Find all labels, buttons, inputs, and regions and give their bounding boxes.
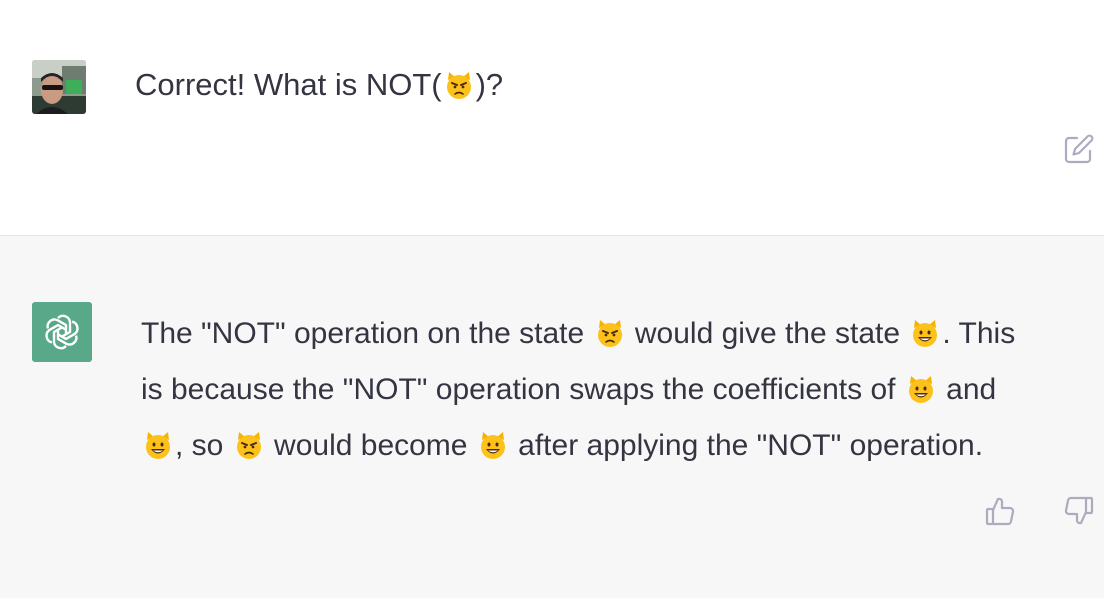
- openai-logo-icon: [45, 314, 79, 350]
- response-text: . This: [942, 317, 1016, 350]
- user-avatar: [32, 60, 86, 114]
- pouting-cat-emoji: [234, 430, 264, 460]
- response-text: would become: [265, 429, 476, 462]
- smiling-cat-emoji: [478, 430, 508, 460]
- response-line-2: is because the "NOT" operation swaps the…: [141, 362, 1091, 418]
- smiling-cat-emoji: [143, 430, 173, 460]
- thumbs-down-icon: [1064, 496, 1094, 525]
- response-text: after applying the "NOT" operation.: [509, 429, 984, 462]
- user-text-part: Correct! What is NOT(: [135, 67, 442, 102]
- response-text: , so: [175, 429, 232, 462]
- smiling-cat-emoji: [906, 374, 936, 404]
- assistant-message: The "NOT" operation on the state would g…: [0, 236, 1104, 598]
- smiling-cat-emoji: [910, 318, 940, 348]
- user-message: Correct! What is NOT()?: [0, 0, 1104, 236]
- response-line-3: , so would become after applying the "NO…: [141, 418, 1091, 474]
- response-text: is because the "NOT" operation swaps the…: [141, 373, 904, 406]
- pouting-cat-emoji: [595, 318, 625, 348]
- response-line-1: The "NOT" operation on the state would g…: [141, 306, 1091, 362]
- user-message-text: Correct! What is NOT()?: [135, 63, 503, 107]
- thumbs-up-icon: [985, 497, 1015, 526]
- response-text: and: [937, 373, 997, 406]
- edit-button[interactable]: [1062, 132, 1096, 166]
- user-text-part: )?: [475, 67, 504, 102]
- pouting-cat-emoji: [444, 70, 474, 100]
- chat-thread: Correct! What is NOT()? The "NOT" operat…: [0, 0, 1104, 598]
- thumbs-up-button[interactable]: [983, 494, 1017, 528]
- response-text: would give the state: [626, 317, 909, 350]
- thumbs-down-button[interactable]: [1062, 494, 1096, 528]
- edit-icon: [1064, 134, 1094, 164]
- assistant-avatar: [32, 302, 92, 362]
- response-text: The "NOT" operation on the state: [141, 317, 593, 350]
- assistant-message-text: The "NOT" operation on the state would g…: [141, 306, 1091, 474]
